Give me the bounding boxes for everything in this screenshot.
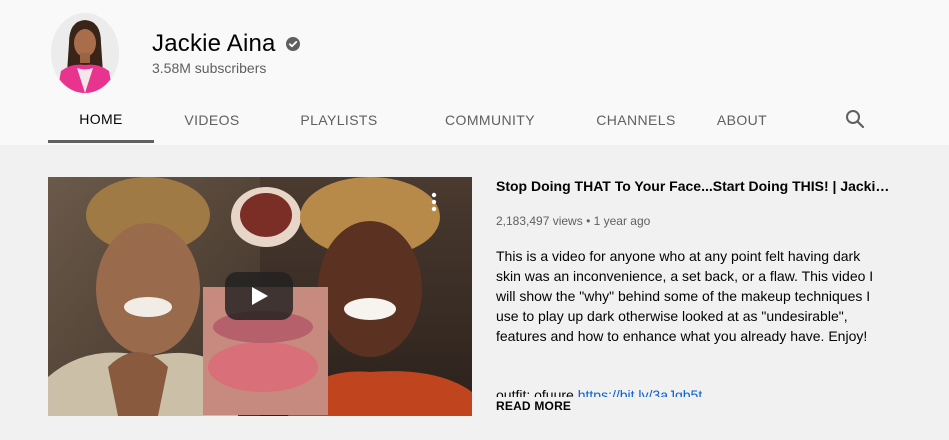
video-title[interactable]: Stop Doing THAT To Your Face...Start Doi… <box>496 176 896 196</box>
video-player[interactable] <box>48 177 472 416</box>
tab-channels[interactable]: CHANNELS <box>572 97 700 143</box>
read-more-button[interactable]: READ MORE <box>496 399 571 413</box>
outfit-link[interactable]: https://bit.ly/3aJgb5t <box>578 387 703 397</box>
video-description: This is a video for anyone who at any po… <box>496 248 874 344</box>
tab-community[interactable]: COMMUNITY <box>408 97 572 143</box>
tab-about[interactable]: ABOUT <box>700 97 784 143</box>
verified-check-icon <box>285 37 300 51</box>
tab-playlists[interactable]: PLAYLISTS <box>270 97 408 143</box>
channel-header: Jackie Aina 3.58M subscribers HOME VIDEO… <box>0 0 949 145</box>
tab-home[interactable]: HOME <box>48 97 154 143</box>
featured-section: Stop Doing THAT To Your Face...Start Doi… <box>0 145 949 440</box>
play-button[interactable] <box>225 272 293 320</box>
more-vert-icon[interactable] <box>428 190 440 214</box>
tab-videos[interactable]: VIDEOS <box>154 97 270 143</box>
search-icon[interactable] <box>843 107 867 131</box>
meta-separator: • <box>586 214 591 228</box>
upload-age: 1 year ago <box>593 214 651 228</box>
outfit-label: outfit: ofuure <box>496 387 574 397</box>
channel-name-row: Jackie Aina <box>152 30 300 58</box>
view-count: 2,183,497 views <box>496 214 583 228</box>
video-meta: 2,183,497 views • 1 year ago <box>496 214 650 228</box>
subscriber-count: 3.58M subscribers <box>152 60 267 76</box>
channel-avatar[interactable] <box>51 13 119 93</box>
channel-name[interactable]: Jackie Aina <box>152 30 276 58</box>
channel-tabs: HOME VIDEOS PLAYLISTS COMMUNITY CHANNELS… <box>48 97 784 145</box>
video-description-extra: outfit: ofuure https://bit.ly/3aJgb5t <box>496 385 906 397</box>
